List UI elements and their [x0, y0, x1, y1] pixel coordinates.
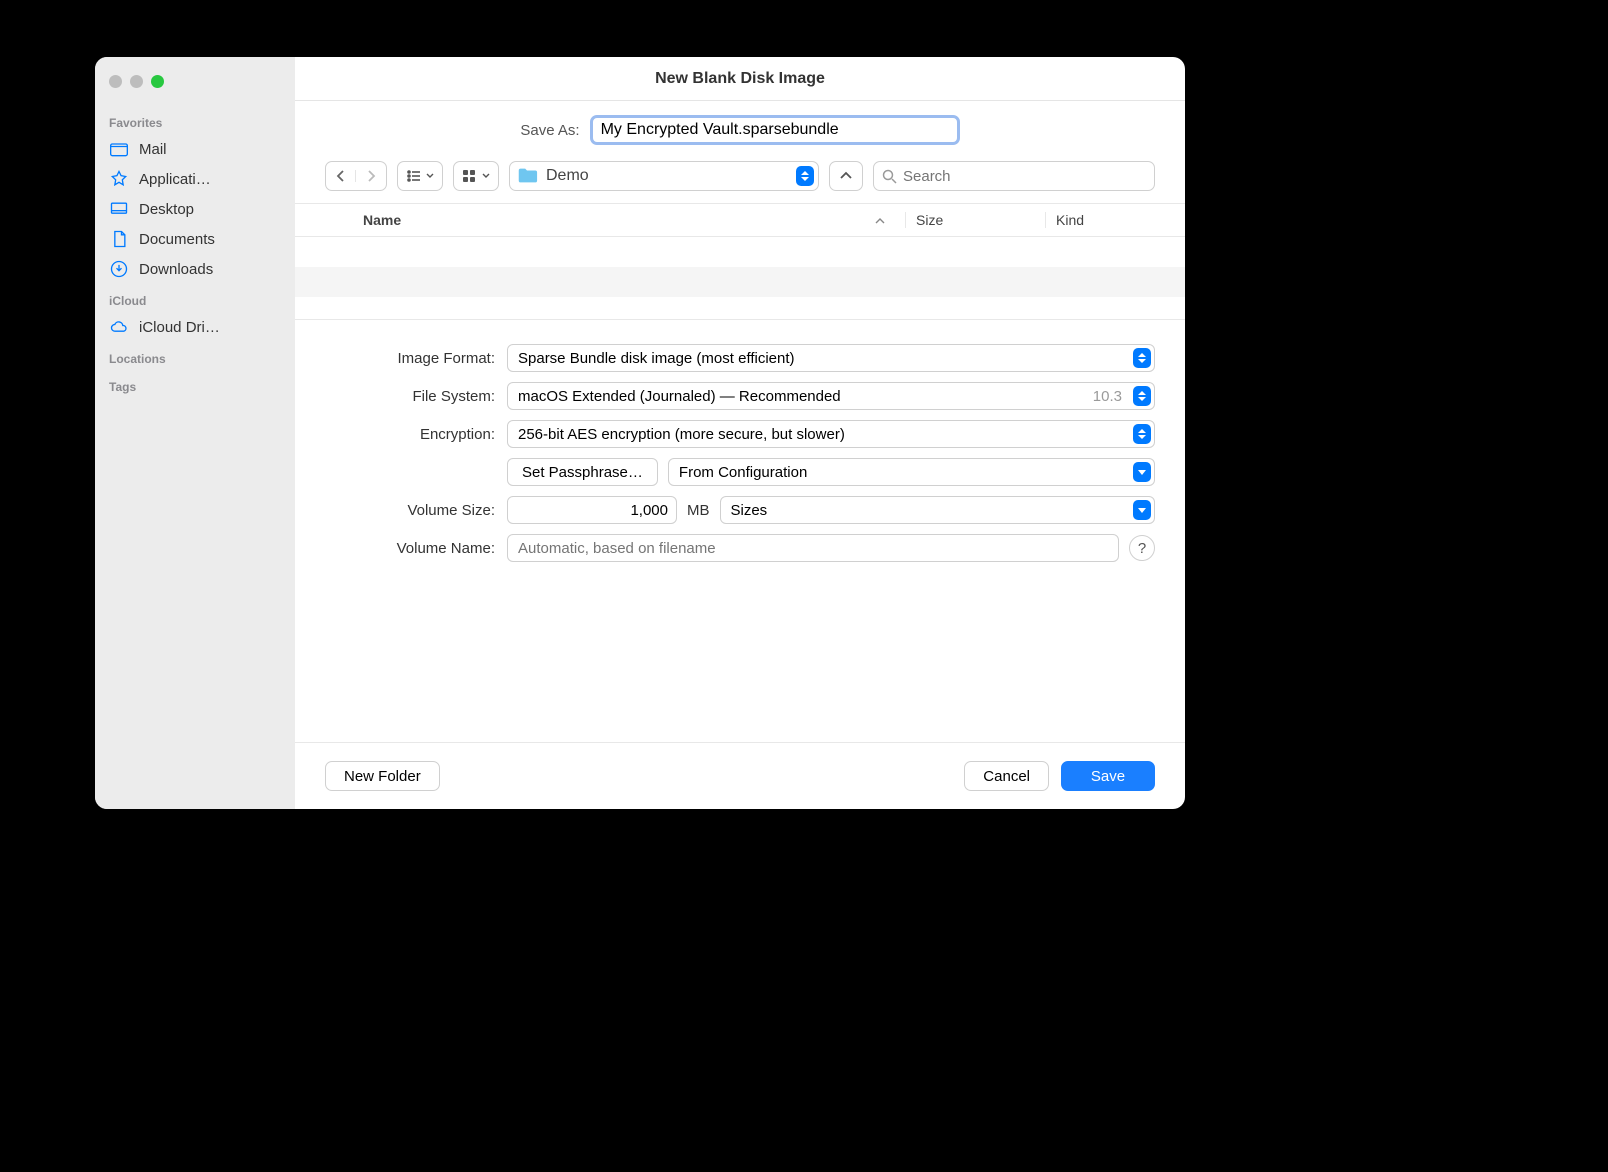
volume-size-preset-select[interactable]: Sizes — [720, 496, 1156, 524]
group-by-button[interactable] — [453, 161, 499, 191]
search-field[interactable] — [873, 161, 1155, 191]
cloud-icon — [109, 317, 129, 337]
set-passphrase-button[interactable]: Set Passphrase… — [507, 458, 658, 486]
sidebar-item-desktop[interactable]: Desktop — [95, 194, 295, 224]
file-list — [295, 237, 1185, 319]
volume-size-unit: MB — [687, 502, 710, 519]
column-header-kind[interactable]: Kind — [1045, 212, 1185, 228]
updown-icon — [796, 166, 814, 186]
passphrase-source-value: From Configuration — [679, 464, 807, 481]
updown-icon — [1133, 348, 1151, 368]
sidebar-item-applications[interactable]: Applicati… — [95, 164, 295, 194]
encryption-label: Encryption: — [295, 426, 495, 443]
cancel-button[interactable]: Cancel — [964, 761, 1049, 791]
file-system-hint: 10.3 — [1093, 388, 1122, 405]
browser-toolbar: Demo — [295, 155, 1185, 203]
sort-indicator-icon — [875, 212, 905, 228]
sidebar-item-label: Mail — [139, 141, 167, 158]
image-format-label: Image Format: — [295, 350, 495, 367]
view-list-button[interactable] — [397, 161, 443, 191]
sidebar-header-locations: Locations — [95, 342, 295, 370]
search-input[interactable] — [903, 168, 1146, 185]
back-button[interactable] — [326, 170, 356, 182]
app-icon — [109, 169, 129, 189]
save-as-row: Save As: — [295, 101, 1185, 155]
file-system-value: macOS Extended (Journaled) — Recommended — [518, 388, 841, 405]
chevron-down-icon — [1133, 500, 1151, 520]
sidebar-item-label: Applicati… — [139, 171, 211, 188]
updown-icon — [1133, 386, 1151, 406]
main-panel: New Blank Disk Image Save As: Demo — [295, 57, 1185, 809]
encryption-select[interactable]: 256-bit AES encryption (more secure, but… — [507, 420, 1155, 448]
forward-button[interactable] — [356, 170, 386, 182]
search-icon — [882, 169, 897, 184]
save-as-input[interactable] — [590, 115, 960, 145]
volume-name-label: Volume Name: — [295, 540, 495, 557]
sidebar: Favorites Mail Applicati… Desktop Docume… — [95, 57, 295, 809]
column-header-name[interactable]: Name — [295, 204, 875, 236]
save-button[interactable]: Save — [1061, 761, 1155, 791]
download-icon — [109, 259, 129, 279]
sidebar-item-downloads[interactable]: Downloads — [95, 254, 295, 284]
passphrase-source-select[interactable]: From Configuration — [668, 458, 1155, 486]
location-popup[interactable]: Demo — [509, 161, 819, 191]
column-header-row: Name Size Kind — [295, 203, 1185, 237]
sidebar-item-mail[interactable]: Mail — [95, 134, 295, 164]
updown-icon — [1133, 424, 1151, 444]
file-system-label: File System: — [295, 388, 495, 405]
save-dialog-window: Favorites Mail Applicati… Desktop Docume… — [95, 57, 1185, 809]
sidebar-item-label: Downloads — [139, 261, 213, 278]
folder-icon — [516, 165, 538, 187]
image-format-select[interactable]: Sparse Bundle disk image (most efficient… — [507, 344, 1155, 372]
sidebar-item-label: Desktop — [139, 201, 194, 218]
zoom-window-button[interactable] — [151, 75, 164, 88]
desktop-icon — [109, 199, 129, 219]
encryption-value: 256-bit AES encryption (more secure, but… — [518, 426, 845, 443]
save-as-label: Save As: — [520, 122, 579, 139]
column-header-size[interactable]: Size — [905, 212, 1045, 228]
document-icon — [109, 229, 129, 249]
help-button[interactable]: ? — [1129, 535, 1155, 561]
minimize-window-button[interactable] — [130, 75, 143, 88]
location-name: Demo — [546, 167, 589, 185]
image-format-value: Sparse Bundle disk image (most efficient… — [518, 350, 795, 367]
volume-size-preset-value: Sizes — [731, 502, 768, 519]
nav-back-forward — [325, 161, 387, 191]
sidebar-item-label: iCloud Dri… — [139, 319, 220, 336]
enclosing-folder-button[interactable] — [829, 161, 863, 191]
sidebar-header-favorites: Favorites — [95, 106, 295, 134]
close-window-button[interactable] — [109, 75, 122, 88]
volume-name-input[interactable] — [507, 534, 1119, 562]
new-folder-button[interactable]: New Folder — [325, 761, 440, 791]
sidebar-item-icloud-drive[interactable]: iCloud Dri… — [95, 312, 295, 342]
sidebar-item-label: Documents — [139, 231, 215, 248]
sidebar-item-documents[interactable]: Documents — [95, 224, 295, 254]
sidebar-header-icloud: iCloud — [95, 284, 295, 312]
volume-size-label: Volume Size: — [295, 502, 495, 519]
folder-icon — [109, 139, 129, 159]
file-system-select[interactable]: macOS Extended (Journaled) — Recommended… — [507, 382, 1155, 410]
volume-size-input[interactable] — [507, 496, 677, 524]
dialog-footer: New Folder Cancel Save — [295, 742, 1185, 809]
chevron-down-icon — [1133, 462, 1151, 482]
sidebar-header-tags: Tags — [95, 370, 295, 398]
options-form: Image Format: Sparse Bundle disk image (… — [295, 319, 1185, 582]
dialog-title: New Blank Disk Image — [295, 57, 1185, 101]
window-controls — [95, 71, 295, 106]
